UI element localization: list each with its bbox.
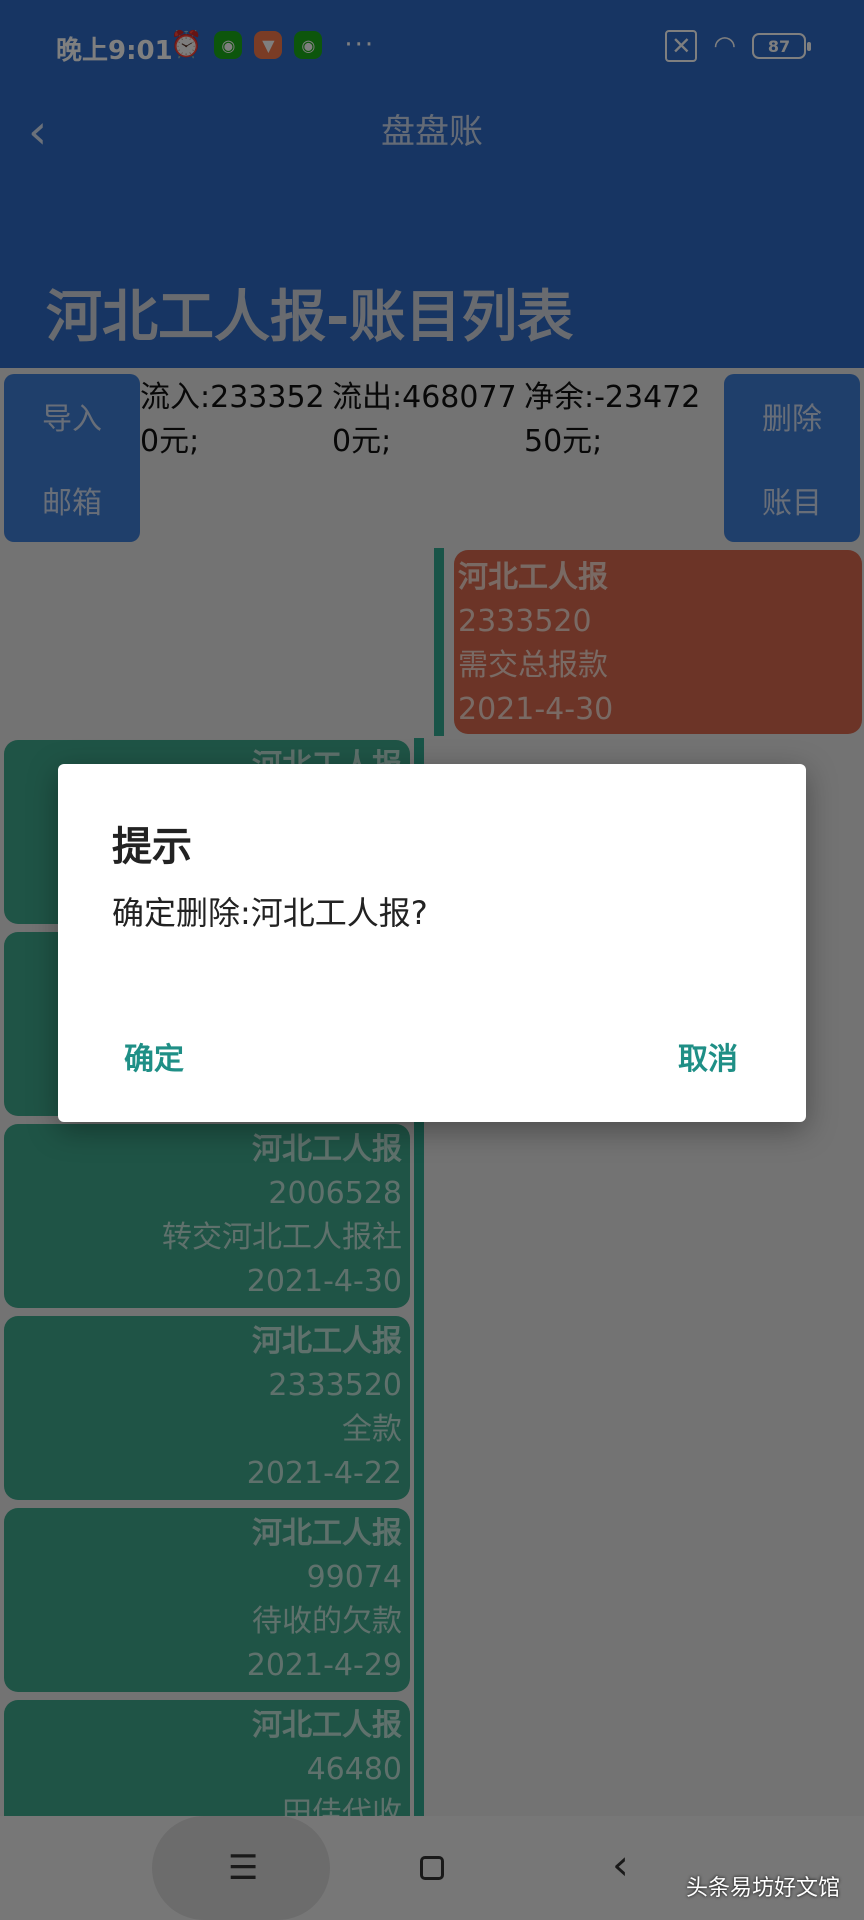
watermark: 头条易坊好文馆 (686, 1876, 841, 1901)
dialog-message: 确定删除:河北工人报? (112, 894, 428, 932)
confirm-button[interactable]: 确定 (112, 1026, 196, 1086)
confirm-dialog: 提示 确定删除:河北工人报? 确定 取消 (58, 764, 806, 1122)
dialog-title: 提示 (112, 824, 192, 870)
modal-scrim-nav (0, 1816, 864, 1920)
cancel-button[interactable]: 取消 (666, 1026, 750, 1086)
